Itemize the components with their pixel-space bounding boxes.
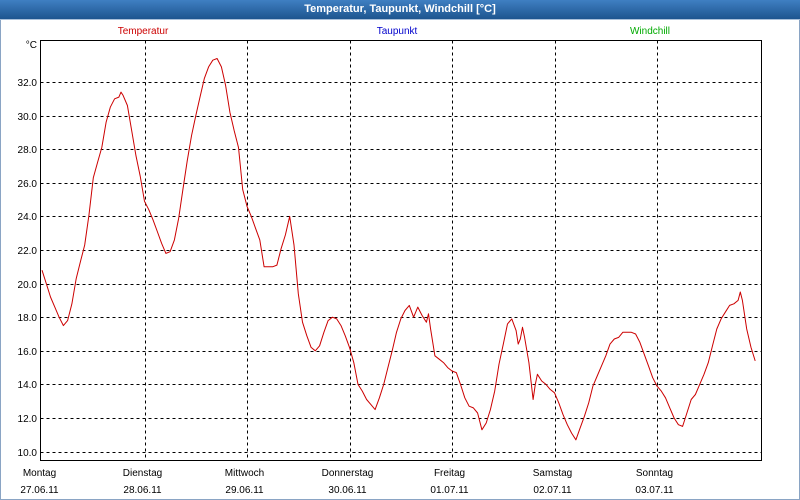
y-tick-label: 24.0 [18,212,38,223]
x-day-label: Montag [23,468,56,479]
x-day-label: Samstag [533,468,572,479]
y-tick-label: 30.0 [18,112,38,123]
x-date-label: 28.06.11 [123,485,162,496]
y-tick-label: 26.0 [18,179,38,190]
y-tick-label: 20.0 [18,280,38,291]
x-date-label: 30.06.11 [328,485,367,496]
y-tick-label: 12.0 [18,414,38,425]
x-date-label: 29.06.11 [225,485,264,496]
legend-item-windchill: Windchill [630,26,670,37]
chart-title: Temperatur, Taupunkt, Windchill [°C] [304,3,496,15]
x-date-label: 01.07.11 [430,485,469,496]
temperature-chart: Temperatur Taupunkt Windchill °C 10.0 12.0 1… [0,0,800,500]
y-tick-label: 14.0 [18,380,38,391]
x-day-label: Freitag [434,468,465,479]
y-axis-unit: °C [26,40,37,51]
y-tick-label: 18.0 [18,313,38,324]
legend-item-temperatur: Temperatur [118,26,169,37]
y-tick-label: 22.0 [18,246,38,257]
x-day-label: Dienstag [123,468,162,479]
y-tick-label: 28.0 [18,145,38,156]
title-bar: Temperatur, Taupunkt, Windchill [°C] [0,0,800,20]
y-tick-label: 16.0 [18,347,38,358]
x-date-label: 03.07.11 [635,485,674,496]
x-date-label: 02.07.11 [533,485,572,496]
y-tick-label: 32.0 [18,78,38,89]
x-day-label: Donnerstag [322,468,374,479]
x-date-label: 27.06.11 [20,485,59,496]
legend-item-taupunkt: Taupunkt [377,26,418,37]
chart-window: Temperatur Taupunkt Windchill °C 10.0 12.0 1… [0,0,800,500]
y-tick-label: 10.0 [18,448,38,459]
x-day-label: Mittwoch [225,468,264,479]
x-day-label: Sonntag [636,468,673,479]
